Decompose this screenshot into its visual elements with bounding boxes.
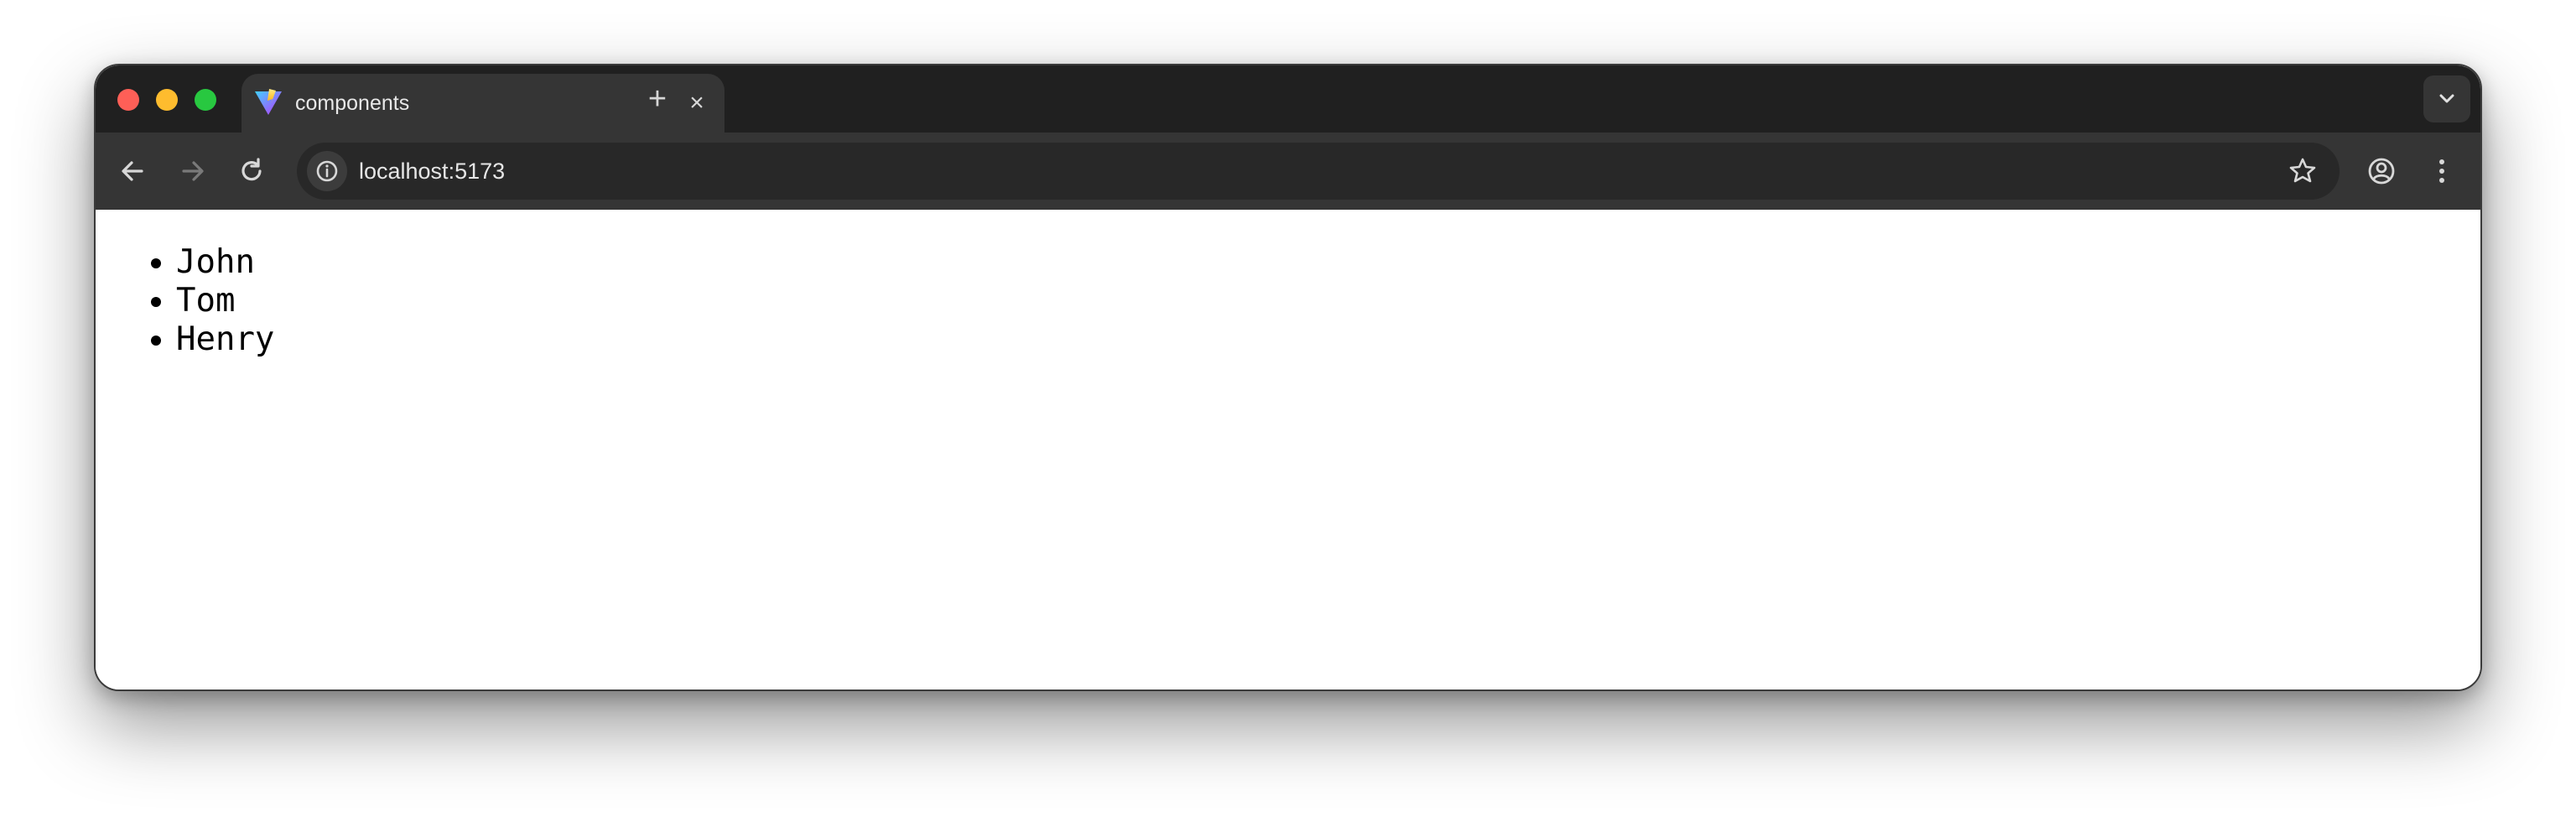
name-list: John Tom Henry bbox=[146, 243, 274, 359]
list-item: Tom bbox=[176, 282, 274, 320]
tab-search-button[interactable] bbox=[2423, 75, 2470, 122]
list-item: John bbox=[176, 243, 274, 282]
bookmark-button[interactable] bbox=[2286, 154, 2319, 188]
chevron-down-icon bbox=[2439, 94, 2454, 103]
arrow-right-icon bbox=[182, 161, 204, 181]
more-vertical-icon bbox=[2439, 159, 2444, 183]
arrow-left-icon bbox=[122, 161, 143, 181]
vite-logo-icon bbox=[255, 89, 282, 115]
forward-button[interactable] bbox=[171, 149, 215, 193]
window-maximize-button[interactable] bbox=[195, 89, 216, 111]
account-circle-icon bbox=[2368, 158, 2395, 185]
new-tab-button[interactable]: + bbox=[641, 82, 674, 116]
browser-toolbar: localhost:5173 bbox=[96, 133, 2480, 210]
list-item: Henry bbox=[176, 320, 274, 359]
back-button[interactable] bbox=[111, 149, 154, 193]
tab-title: components bbox=[295, 91, 410, 115]
reload-button[interactable] bbox=[230, 149, 273, 193]
info-icon bbox=[316, 160, 338, 182]
profile-button[interactable] bbox=[2360, 149, 2403, 193]
page-content: John Tom Henry bbox=[96, 210, 2480, 690]
star-icon bbox=[2289, 158, 2316, 183]
browser-menu-button[interactable] bbox=[2420, 149, 2464, 193]
tab-strip: components × + bbox=[96, 65, 2480, 133]
browser-window: components × + localhost:5173 • John • T… bbox=[94, 64, 2482, 691]
window-minimize-button[interactable] bbox=[156, 89, 178, 111]
reload-icon bbox=[242, 158, 262, 181]
url-text: localhost:5173 bbox=[359, 159, 506, 184]
site-info-button[interactable] bbox=[307, 151, 347, 191]
window-close-button[interactable] bbox=[117, 89, 139, 111]
tab-close-icon[interactable]: × bbox=[683, 89, 711, 117]
address-bar[interactable]: localhost:5173 bbox=[297, 143, 2340, 200]
